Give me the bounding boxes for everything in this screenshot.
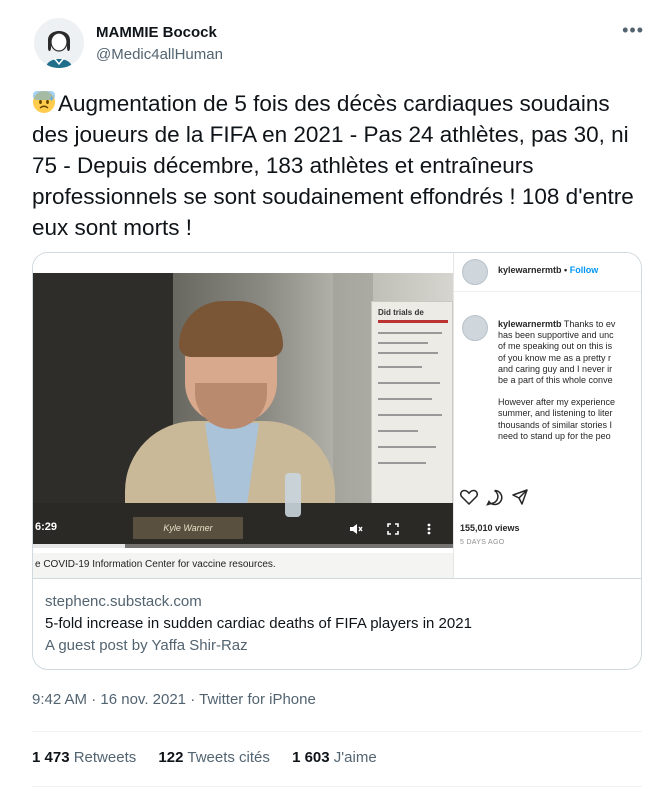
slide-line xyxy=(378,446,436,448)
presentation-slide: Did trials de xyxy=(371,301,453,511)
slide-red-line xyxy=(378,320,448,323)
quotes-count: 122 xyxy=(158,749,184,766)
slide-line xyxy=(378,382,440,384)
tweet: MAMMIE Bocock @Medic4allHuman ••• Augmen… xyxy=(0,0,664,791)
tweet-body: Augmentation de 5 fois des décès cardiaq… xyxy=(32,91,634,240)
video-player[interactable]: Did trials de Kyle Warner 6:29 xyxy=(33,273,453,548)
instagram-caption-line: need to stand up for the peo xyxy=(498,430,611,441)
mute-icon[interactable] xyxy=(349,523,363,538)
instagram-caption-line: has been supportive and unc xyxy=(498,330,614,341)
instagram-comment-avatar[interactable] xyxy=(462,315,488,341)
slide-line xyxy=(378,352,438,354)
anxious-face-with-sweat-icon xyxy=(33,91,55,113)
instagram-caption-line: be a part of this whole conve xyxy=(498,375,613,386)
slide-title: Did trials de xyxy=(378,308,424,317)
nameplate: Kyle Warner xyxy=(133,517,243,539)
instagram-caption-line: Thanks to ev xyxy=(563,319,616,329)
link-description: A guest post by Yaffa Shir-Raz xyxy=(45,637,248,654)
instagram-panel: kylewarnermtb • Follow kylewarnermtb Tha… xyxy=(453,253,641,578)
instagram-caption-line: thousands of similar stories I xyxy=(498,419,613,430)
tweet-time[interactable]: 9:42 AM xyxy=(32,691,87,708)
instagram-caption-line: and caring guy and I never ir xyxy=(498,363,613,374)
link-domain: stephenc.substack.com xyxy=(45,593,202,610)
instagram-caption-line: However after my experience xyxy=(498,397,616,408)
video-progress-fill xyxy=(33,544,126,548)
instagram-caption-line: of you know me as a pretty r xyxy=(498,352,612,363)
link-title[interactable]: 5-fold increase in sudden cardiac deaths… xyxy=(45,615,472,632)
fullscreen-icon[interactable] xyxy=(387,523,399,538)
video-caption: e COVID-19 Information Center for vaccin… xyxy=(35,559,276,570)
instagram-actions xyxy=(458,487,558,509)
instagram-header: kylewarnermtb • Follow xyxy=(498,265,598,275)
slide-line xyxy=(378,342,428,344)
share-icon[interactable] xyxy=(512,489,528,505)
slide-line xyxy=(378,462,426,464)
card-media[interactable]: Did trials de Kyle Warner 6:29 e COVID-1… xyxy=(33,253,641,578)
retweets-label: Retweets xyxy=(73,749,137,766)
divider xyxy=(32,786,642,787)
slide-line xyxy=(378,414,442,416)
slide-line xyxy=(378,332,442,334)
divider xyxy=(32,731,642,732)
instagram-separator xyxy=(454,291,641,292)
instagram-caption: kylewarnermtb Thanks to ev has been supp… xyxy=(498,319,641,442)
instagram-avatar[interactable] xyxy=(462,259,488,285)
instagram-follow-link[interactable]: Follow xyxy=(570,265,599,275)
water-bottle xyxy=(285,473,301,517)
meta-separator: · xyxy=(91,691,97,708)
instagram-dot: • xyxy=(564,265,568,275)
author-name[interactable]: MAMMIE Bocock xyxy=(96,24,217,41)
author-handle[interactable]: @Medic4allHuman xyxy=(96,46,223,63)
avatar[interactable] xyxy=(34,18,84,68)
likes-count: 1 603 xyxy=(292,749,330,766)
instagram-post-age: 5 DAYS AGO xyxy=(460,539,505,546)
likes-label: J'aime xyxy=(333,749,377,766)
tweet-source[interactable]: Twitter for iPhone xyxy=(199,691,316,708)
tweet-date[interactable]: 16 nov. 2021 xyxy=(100,691,186,708)
more-video-options-icon[interactable] xyxy=(427,523,431,538)
tweet-meta: 9:42 AM · 16 nov. 2021 · Twitter for iPh… xyxy=(32,691,316,708)
instagram-username[interactable]: kylewarnermtb xyxy=(498,265,562,275)
tweet-stats: 1 473 Retweets 122 Tweets cités 1 603 J'… xyxy=(32,749,395,766)
link-card[interactable]: Did trials de Kyle Warner 6:29 e COVID-1… xyxy=(32,252,642,670)
heart-icon[interactable] xyxy=(460,489,478,505)
quotes-label: Tweets cités xyxy=(187,749,270,766)
slide-line xyxy=(378,398,432,400)
instagram-caption-gap xyxy=(498,386,641,397)
video-timestamp: 6:29 xyxy=(35,521,58,533)
comment-icon[interactable] xyxy=(486,489,503,506)
link-card-footer[interactable]: stephenc.substack.com 5-fold increase in… xyxy=(33,578,641,669)
quote-tweets-stat[interactable]: 122 Tweets cités xyxy=(158,749,269,766)
slide-line xyxy=(378,430,418,432)
instagram-caption-username[interactable]: kylewarnermtb xyxy=(498,319,562,329)
instagram-caption-line: of me speaking out on this is xyxy=(498,341,613,352)
video-progress-bar[interactable] xyxy=(33,544,453,548)
avatar-illustration xyxy=(34,18,84,68)
retweets-count: 1 473 xyxy=(32,749,70,766)
slide-line xyxy=(378,366,422,368)
more-options-icon[interactable]: ••• xyxy=(622,20,644,41)
tweet-text: Augmentation de 5 fois des décès cardiaq… xyxy=(32,88,652,243)
tweet-header: MAMMIE Bocock @Medic4allHuman ••• xyxy=(34,14,654,74)
retweets-stat[interactable]: 1 473 Retweets xyxy=(32,749,136,766)
instagram-views: 155,010 views xyxy=(460,523,520,533)
likes-stat[interactable]: 1 603 J'aime xyxy=(292,749,377,766)
meta-separator: · xyxy=(190,691,196,708)
instagram-caption-line: summer, and listening to liter xyxy=(498,408,613,419)
